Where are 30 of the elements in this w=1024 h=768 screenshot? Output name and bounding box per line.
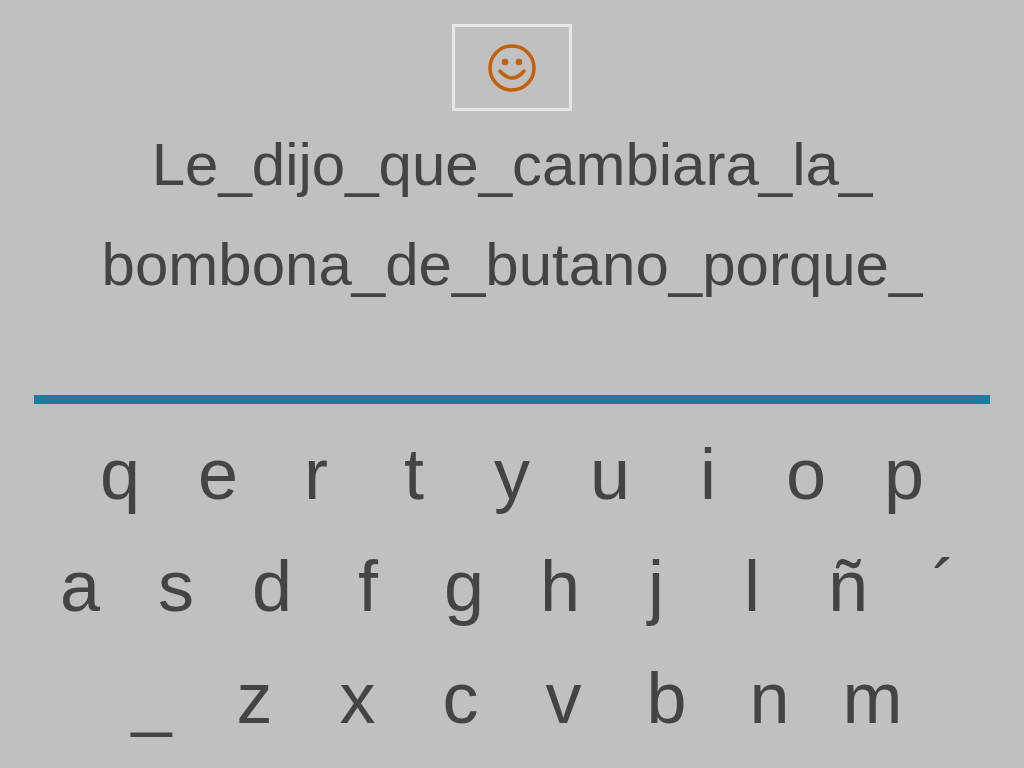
smiley-icon — [487, 42, 537, 93]
letter-key[interactable]: y — [463, 428, 561, 520]
letter-key[interactable]: _ — [100, 652, 203, 744]
letter-key[interactable]: d — [224, 540, 320, 632]
letter-key[interactable]: r — [267, 428, 365, 520]
letter-key[interactable]: c — [409, 652, 512, 744]
letter-key[interactable]: o — [757, 428, 855, 520]
letter-key[interactable]: z — [203, 652, 306, 744]
letter-key[interactable]: m — [821, 652, 924, 744]
prompt-text: bombona_de_butano_porque_ — [101, 230, 923, 300]
letter-key[interactable]: v — [512, 652, 615, 744]
letter-key[interactable]: x — [306, 652, 409, 744]
letter-key[interactable]: h — [512, 540, 608, 632]
letter-key[interactable]: a — [32, 540, 128, 632]
letter-key[interactable]: u — [561, 428, 659, 520]
letter-key[interactable]: j — [608, 540, 704, 632]
letter-key[interactable]: n — [718, 652, 821, 744]
prompt-text: Le_dijo_que_cambiara_la_ — [151, 130, 873, 200]
letter-key[interactable]: ñ — [800, 540, 896, 632]
letter-key[interactable]: s — [128, 540, 224, 632]
letter-key[interactable]: ´ — [896, 540, 992, 632]
letter-key[interactable]: q — [71, 428, 169, 520]
letter-key[interactable]: p — [855, 428, 953, 520]
letter-key[interactable]: f — [320, 540, 416, 632]
letter-key[interactable]: i — [659, 428, 757, 520]
letter-key[interactable]: l — [704, 540, 800, 632]
letter-key[interactable]: g — [416, 540, 512, 632]
letter-key[interactable]: e — [169, 428, 267, 520]
letter-key[interactable]: b — [615, 652, 718, 744]
letter-key[interactable]: t — [365, 428, 463, 520]
